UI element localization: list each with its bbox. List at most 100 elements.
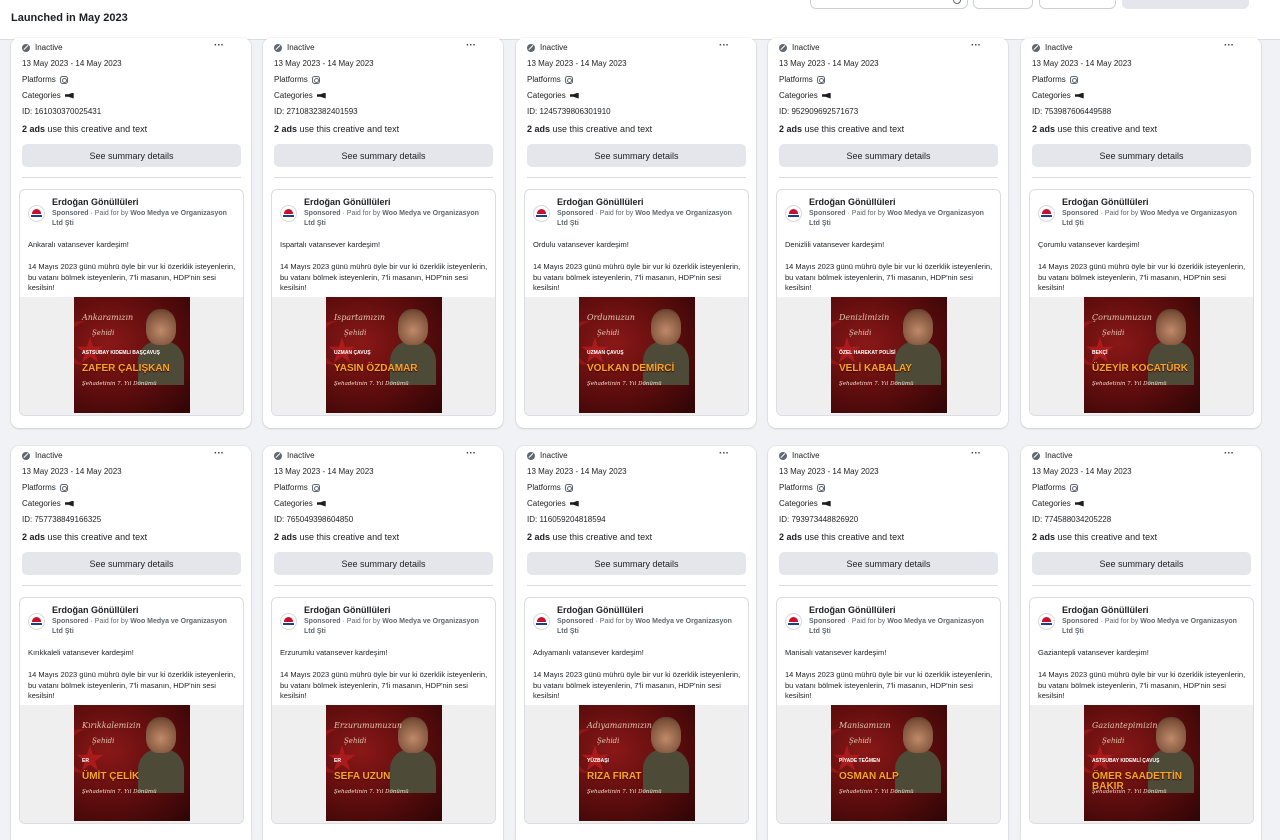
ads-count-line: 2 ads use this creative and text [22, 532, 147, 542]
see-summary-details-button[interactable]: See summary details [527, 144, 746, 167]
categories-row: Categories [1032, 499, 1084, 508]
more-options-icon[interactable]: ··· [1224, 41, 1234, 51]
ads-count-line: 2 ads use this creative and text [527, 124, 652, 134]
soldier-rank: PİYADE TEĞMEN [839, 758, 880, 764]
see-summary-details-button[interactable]: See summary details [22, 144, 241, 167]
page-logo[interactable] [1038, 613, 1055, 630]
ad-preview[interactable]: Erdoğan Gönüllüleri Sponsored · Paid for… [271, 597, 496, 824]
ad-preview[interactable]: Erdoğan Gönüllüleri Sponsored · Paid for… [524, 597, 749, 824]
sort-button[interactable] [1039, 0, 1116, 9]
soldier-rank: UZMAN ÇAVUŞ [334, 350, 371, 356]
ads-count: 2 ads [527, 532, 551, 542]
page-name[interactable]: Erdoğan Gönüllüleri [304, 197, 391, 207]
see-summary-details-button[interactable]: See summary details [1032, 144, 1251, 167]
ads-count-line: 2 ads use this creative and text [1032, 124, 1157, 134]
ads-count-suffix: use this creative and text [47, 532, 148, 542]
sponsored-label: Sponsored [1062, 618, 1099, 625]
page-logo[interactable] [533, 613, 550, 630]
more-options-icon[interactable]: ··· [214, 449, 224, 459]
see-summary-details-button[interactable]: See summary details [527, 552, 746, 575]
library-id: ID: 757738849166325 [22, 515, 102, 524]
see-summary-details-button[interactable]: See summary details [779, 144, 998, 167]
library-id: ID: 1245739806301910 [527, 107, 611, 116]
sponsored-label: Sponsored [809, 618, 846, 625]
soldier-rank: ÖZEL HAREKAT POLİSİ [839, 350, 896, 356]
memorial-poster-image[interactable]: Erzurumumuzun Şehidi ER SEFA UZUN Şehade… [326, 705, 442, 821]
page-name[interactable]: Erdoğan Gönüllüleri [1062, 605, 1149, 615]
memorial-caption: Şehadetinin 7. Yıl Dönümü [587, 789, 662, 795]
more-options-icon[interactable]: ··· [971, 41, 981, 51]
ad-preview[interactable]: Erdoğan Gönüllüleri Sponsored · Paid for… [524, 189, 749, 416]
more-options-icon[interactable]: ··· [1224, 449, 1234, 459]
platforms-label: Platforms [527, 483, 561, 492]
page-name[interactable]: Erdoğan Gönüllüleri [52, 197, 139, 207]
categories-row: Categories [527, 499, 579, 508]
filter-button[interactable] [973, 0, 1033, 9]
memorial-poster-image[interactable]: Ordumuzun Şehidi UZMAN ÇAVUŞ VOLKAN DEMİ… [579, 297, 695, 413]
memorial-poster-image[interactable]: Denizlimizin Şehidi ÖZEL HAREKAT POLİSİ … [831, 297, 947, 413]
memorial-poster-image[interactable]: Çorumumuzun Şehidi BEKÇİ ÜZEYİR KOCATÜRK… [1084, 297, 1200, 413]
ads-count-suffix: use this creative and text [804, 124, 905, 134]
sponsored-label: Sponsored [52, 210, 89, 217]
ad-greeting: Ankaralı vatansever kardeşim! [28, 240, 129, 249]
page-name[interactable]: Erdoğan Gönüllüleri [809, 605, 896, 615]
search-input[interactable] [810, 0, 968, 9]
memorial-poster-image[interactable]: Gaziantepimizin Şehidi ASTSUBAY KIDEMLİ … [1084, 705, 1200, 821]
ads-count: 2 ads [1032, 532, 1056, 542]
page-logo[interactable] [28, 613, 45, 630]
see-summary-details-button[interactable]: See summary details [1032, 552, 1251, 575]
page-logo[interactable] [785, 205, 802, 222]
ad-preview[interactable]: Erdoğan Gönüllüleri Sponsored · Paid for… [1029, 597, 1254, 824]
memorial-poster-image[interactable]: Ispartamızın Şehidi UZMAN ÇAVUŞ YASIN ÖZ… [326, 297, 442, 413]
more-options-icon[interactable]: ··· [719, 41, 729, 51]
ad-card: Inactive ··· 13 May 2023 - 14 May 2023 P… [1021, 446, 1261, 840]
page-logo[interactable] [280, 205, 297, 222]
page-name[interactable]: Erdoğan Gönüllüleri [809, 197, 896, 207]
page-name[interactable]: Erdoğan Gönüllüleri [1062, 197, 1149, 207]
ad-greeting: Gaziantepli vatansever kardeşim! [1038, 648, 1149, 657]
see-summary-details-button[interactable]: See summary details [779, 552, 998, 575]
platforms-row: Platforms [274, 483, 320, 492]
page-name[interactable]: Erdoğan Gönüllüleri [557, 605, 644, 615]
page-logo[interactable] [280, 613, 297, 630]
ad-preview[interactable]: Erdoğan Gönüllüleri Sponsored · Paid for… [1029, 189, 1254, 416]
ads-count-line: 2 ads use this creative and text [527, 532, 652, 542]
more-options-icon[interactable]: ··· [466, 41, 476, 51]
page-logo[interactable] [28, 205, 45, 222]
ad-greeting: Ispartalı vatansever kardeşim! [280, 240, 381, 249]
page-logo[interactable] [785, 613, 802, 630]
page-logo[interactable] [533, 205, 550, 222]
see-summary-details-button[interactable]: See summary details [274, 144, 493, 167]
more-options-icon[interactable]: ··· [971, 449, 981, 459]
ad-preview[interactable]: Erdoğan Gönüllüleri Sponsored · Paid for… [776, 189, 1001, 416]
page-name[interactable]: Erdoğan Gönüllüleri [557, 197, 644, 207]
ad-body-text: 14 Mayıs 2023 günü mührü öyle bir vur ki… [785, 670, 993, 700]
ad-card: Inactive ··· 13 May 2023 - 14 May 2023 P… [516, 446, 756, 840]
megaphone-icon [569, 92, 579, 99]
ad-body-text: 14 Mayıs 2023 günü mührü öyle bir vur ki… [280, 262, 488, 292]
see-summary-details-button[interactable]: See summary details [22, 552, 241, 575]
page-name[interactable]: Erdoğan Gönüllüleri [52, 605, 139, 615]
categories-label: Categories [274, 499, 313, 508]
see-summary-details-button[interactable]: See summary details [274, 552, 493, 575]
ad-preview[interactable]: Erdoğan Gönüllüleri Sponsored · Paid for… [271, 189, 496, 416]
ads-count-suffix: use this creative and text [552, 532, 653, 542]
memorial-poster-image[interactable]: Kırıkkalemizin Şehidi ER ÜMİT ÇELİK Şeha… [74, 705, 190, 821]
soldier-name: SEFA UZUN [334, 771, 391, 782]
more-options-icon[interactable]: ··· [719, 449, 729, 459]
page-logo[interactable] [1038, 205, 1055, 222]
ad-preview[interactable]: Erdoğan Gönüllüleri Sponsored · Paid for… [19, 597, 244, 824]
memorial-poster-image[interactable]: Adıyamanımızın Şehidi YÜZBAŞI RIZA FIRAT… [579, 705, 695, 821]
more-options-icon[interactable]: ··· [214, 41, 224, 51]
page-name[interactable]: Erdoğan Gönüllüleri [304, 605, 391, 615]
ad-preview[interactable]: Erdoğan Gönüllüleri Sponsored · Paid for… [776, 597, 1001, 824]
ad-preview[interactable]: Erdoğan Gönüllüleri Sponsored · Paid for… [19, 189, 244, 416]
memorial-caption: Şehadetinin 7. Yıl Dönümü [1092, 381, 1167, 387]
memorial-poster-image[interactable]: Manisamızın Şehidi PİYADE TEĞMEN OSMAN A… [831, 705, 947, 821]
sponsored-label: Sponsored [557, 618, 594, 625]
categories-row: Categories [22, 91, 74, 100]
filters-dropdown[interactable] [1122, 0, 1249, 9]
more-options-icon[interactable]: ··· [466, 449, 476, 459]
memorial-poster-image[interactable]: Ankaramızın Şehidi ASTSUBAY KIDEMLI BAŞÇ… [74, 297, 190, 413]
soldier-rank: YÜZBAŞI [587, 758, 609, 764]
